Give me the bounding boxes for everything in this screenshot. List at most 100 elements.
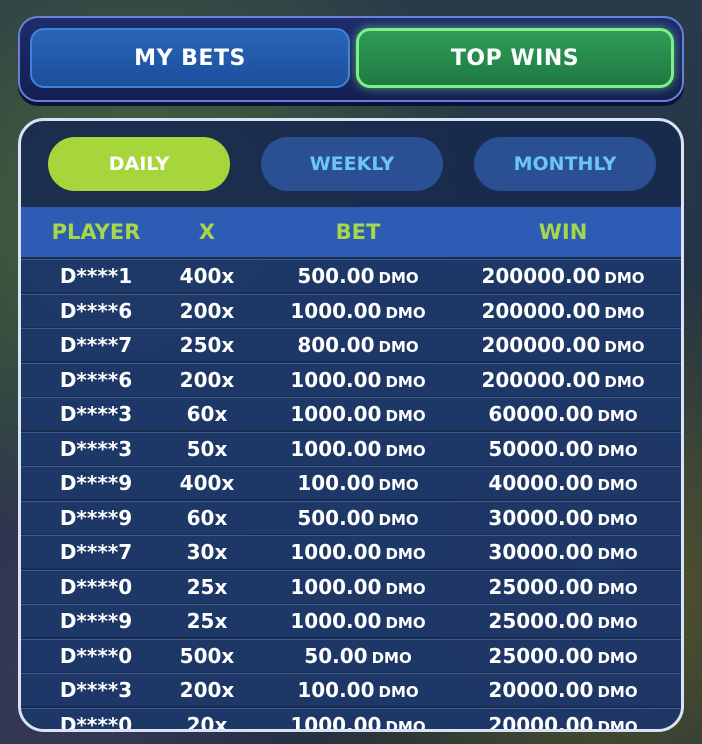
table-row: D****1 400x 500.00 DMO 200000.00 DMO [21, 259, 681, 292]
multiplier-cell-value: 400x [179, 471, 235, 495]
win-cell: 200000.00 DMO [453, 364, 673, 396]
multiplier-cell-value: 60x [186, 402, 228, 426]
bet-cell-value: 1000.00 [290, 402, 382, 426]
player-cell: D****0 [25, 640, 167, 672]
win-cell-value: 25000.00 [488, 609, 594, 633]
player-cell-value: D****0 [59, 643, 133, 668]
multiplier-cell: 20x [151, 709, 263, 730]
currency-label: DMO [604, 303, 645, 322]
player-cell: D****9 [25, 502, 167, 534]
multiplier-cell-value: 25x [186, 574, 228, 599]
bet-cell: 500.00 DMO [263, 260, 453, 292]
win-cell: 60000.00 DMO [453, 398, 673, 430]
bet-cell-value: 1000.00 [290, 367, 382, 392]
multiplier-cell: 200x [151, 295, 263, 327]
player-cell: D****3 [25, 433, 167, 465]
currency-label: DMO [597, 717, 638, 732]
bet-cell: 500.00 DMO [263, 502, 453, 534]
table-row: D****6 200x 1000.00 DMO 200000.00 DMO [21, 293, 681, 327]
bet-cell-value: 800.00 [297, 333, 375, 357]
bet-cell: 1000.00 DMO [263, 398, 453, 430]
bet-cell-value: 1000.00 [290, 540, 382, 564]
multiplier-cell: 60x [151, 502, 263, 534]
win-cell-value: 200000.00 [481, 264, 601, 288]
currency-label: DMO [385, 614, 426, 632]
header-multiplier: X [198, 220, 216, 244]
bet-cell: 100.00 DMO [263, 467, 453, 499]
multiplier-cell-value: 60x [186, 505, 228, 530]
multiplier-cell: 500x [151, 640, 263, 672]
currency-label: DMO [597, 407, 638, 425]
bet-cell: 50.00 DMO [263, 640, 453, 672]
player-cell: D****3 [25, 398, 167, 430]
player-cell-value: D****0 [59, 574, 133, 599]
win-cell-value: 50000.00 [488, 436, 594, 461]
win-cell-value: 25000.00 [488, 574, 594, 599]
win-cell-value: 200000.00 [481, 333, 601, 357]
bet-cell: 1000.00 DMO [263, 364, 453, 396]
multiplier-cell: 250x [151, 329, 263, 361]
currency-label: DMO [385, 545, 426, 563]
player-cell-value: D****9 [59, 609, 133, 633]
multiplier-cell-value: 250x [179, 333, 235, 357]
win-cell-value: 60000.00 [488, 402, 594, 426]
bet-cell: 1000.00 DMO [263, 433, 453, 465]
currency-label: DMO [385, 579, 426, 598]
multiplier-cell-value: 500x [179, 643, 235, 668]
tab-my-bets[interactable]: MY BETS [30, 28, 350, 88]
tab-top-wins[interactable]: TOP WINS [356, 28, 674, 88]
header-bet: BET [335, 220, 381, 244]
currency-label: DMO [604, 269, 645, 287]
player-cell: D****1 [25, 260, 167, 292]
multiplier-cell: 200x [151, 364, 263, 396]
currency-label: DMO [378, 510, 419, 529]
win-cell-value: 20000.00 [488, 678, 594, 702]
multiplier-cell-value: 200x [179, 298, 235, 323]
win-cell: 50000.00 DMO [453, 433, 673, 465]
win-cell-value: 40000.00 [488, 471, 594, 495]
player-cell: D****6 [25, 295, 167, 327]
period-monthly-button[interactable]: MONTHLY [474, 137, 656, 191]
period-weekly-button[interactable]: WEEKLY [261, 137, 443, 191]
table-row: D****3 200x 100.00 DMO 20000.00 DMO [21, 673, 681, 706]
period-daily-button[interactable]: DAILY [48, 137, 230, 191]
player-cell: D****7 [25, 536, 167, 568]
table-row: D****0 20x 1000.00 DMO 20000.00 DMO [21, 707, 681, 732]
table-row: D****7 30x 1000.00 DMO 30000.00 DMO [21, 535, 681, 568]
player-cell-value: D****0 [59, 712, 133, 732]
multiplier-cell-value: 30x [186, 540, 228, 564]
player-cell: D****9 [25, 467, 167, 499]
bet-cell: 1000.00 DMO [263, 536, 453, 568]
bet-cell: 1000.00 DMO [263, 295, 453, 327]
bet-cell-value: 50.00 [304, 643, 368, 668]
table-row: D****6 200x 1000.00 DMO 200000.00 DMO [21, 362, 681, 396]
player-cell: D****6 [25, 364, 167, 396]
header-win: WIN [538, 220, 588, 244]
multiplier-cell: 400x [151, 467, 263, 499]
player-cell: D****7 [25, 329, 167, 361]
multiplier-cell-value: 25x [186, 609, 228, 633]
bet-cell-value: 1000.00 [290, 712, 382, 732]
multiplier-cell-value: 400x [179, 264, 235, 288]
table-row: D****3 60x 1000.00 DMO 60000.00 DMO [21, 397, 681, 430]
win-cell-value: 200000.00 [481, 298, 601, 323]
bet-cell: 800.00 DMO [263, 329, 453, 361]
top-tab-bar: MY BETS TOP WINS [18, 16, 684, 102]
currency-label: DMO [371, 648, 412, 667]
multiplier-cell: 60x [151, 398, 263, 430]
currency-label: DMO [385, 407, 426, 425]
bet-cell-value: 1000.00 [290, 574, 382, 599]
currency-label: DMO [604, 338, 645, 356]
currency-label: DMO [597, 510, 638, 529]
bet-cell-value: 1000.00 [290, 436, 382, 461]
currency-label: DMO [597, 683, 638, 701]
win-cell: 25000.00 DMO [453, 571, 673, 603]
currency-label: DMO [597, 441, 638, 460]
win-cell: 30000.00 DMO [453, 536, 673, 568]
currency-label: DMO [597, 648, 638, 667]
currency-label: DMO [378, 683, 419, 701]
multiplier-cell: 25x [151, 571, 263, 603]
header-player: PLAYER [51, 220, 141, 244]
table-body: D****1 400x 500.00 DMO 200000.00 DMO D****6 200… [21, 259, 681, 732]
table-row: D****0 500x 50.00 DMO 25000.00 DMO [21, 638, 681, 672]
